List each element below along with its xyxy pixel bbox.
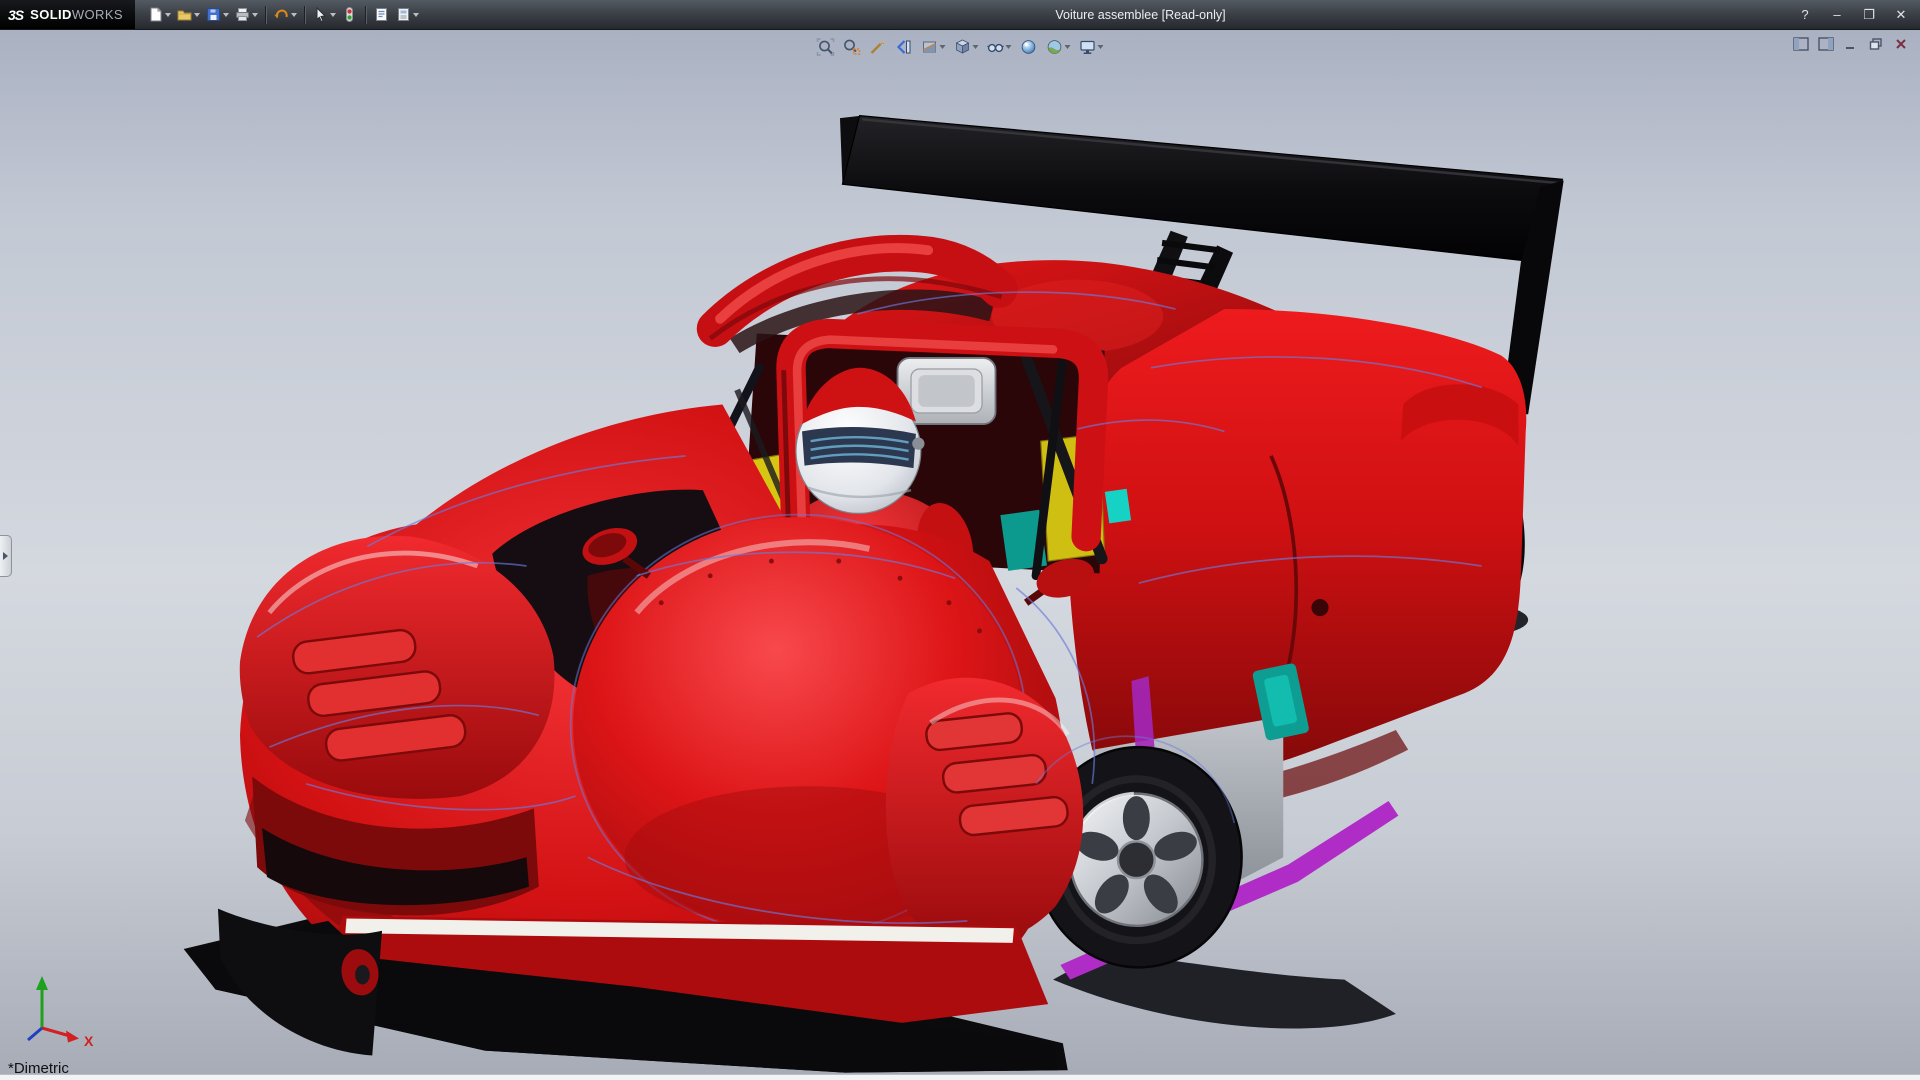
hide-show-items-icon <box>987 38 1005 56</box>
main-toolbar <box>145 3 421 27</box>
doc-restore-button[interactable] <box>1867 36 1885 51</box>
section-view-icon <box>921 38 939 56</box>
edit-appearance-icon <box>1020 38 1038 56</box>
options-button[interactable] <box>393 3 421 27</box>
toolbar-separator <box>265 6 266 24</box>
view-selector-button[interactable] <box>866 34 890 60</box>
flyout-arrow-icon <box>3 552 8 560</box>
edit-appearance-button[interactable] <box>1017 34 1041 60</box>
dropdown-caret[interactable] <box>194 13 200 17</box>
zoom-to-fit-button[interactable] <box>814 34 838 60</box>
feature-pane-icon <box>1793 37 1809 51</box>
dropdown-caret[interactable] <box>291 13 297 17</box>
x-axis-label: X <box>84 1033 94 1049</box>
brand-name: SOLIDWORKS <box>30 7 123 22</box>
doc-minimize-icon <box>1844 38 1858 50</box>
undo-arrow-icon <box>273 6 290 23</box>
save-button[interactable] <box>203 3 231 27</box>
dropdown-caret[interactable] <box>413 13 419 17</box>
doc-close-icon <box>1894 38 1908 50</box>
dropdown-caret[interactable] <box>973 45 979 49</box>
view-settings-button[interactable] <box>1076 34 1107 60</box>
race-car-model[interactable] <box>0 30 1920 1080</box>
graphics-viewport[interactable]: X *Dimetric <box>0 30 1920 1080</box>
rebuild-icon <box>341 6 358 23</box>
dropdown-caret[interactable] <box>165 13 171 17</box>
display-style-button[interactable] <box>951 34 982 60</box>
help-button[interactable]: ? <box>1790 4 1820 26</box>
hide-show-items-button[interactable] <box>984 34 1015 60</box>
section-view-button[interactable] <box>918 34 949 60</box>
print-button[interactable] <box>232 3 260 27</box>
doc-close-button[interactable] <box>1892 36 1910 51</box>
close-button[interactable]: ✕ <box>1886 4 1916 26</box>
zoom-to-area-icon <box>843 38 861 56</box>
dropdown-caret[interactable] <box>1006 45 1012 49</box>
previous-view-icon <box>895 38 913 56</box>
y-axis-arrow <box>36 976 48 990</box>
apply-scene-icon <box>1046 38 1064 56</box>
select-cursor-icon <box>312 6 329 23</box>
dropdown-caret[interactable] <box>330 13 336 17</box>
x-axis-arrow <box>66 1031 79 1043</box>
rebuild-button[interactable] <box>339 3 360 27</box>
feature-pane-button[interactable] <box>1792 36 1810 51</box>
task-pane-icon <box>1818 37 1834 51</box>
dropdown-caret[interactable] <box>252 13 258 17</box>
display-style-icon <box>954 38 972 56</box>
file-properties-button[interactable] <box>371 3 392 27</box>
undo-button[interactable] <box>271 3 299 27</box>
minimize-button[interactable]: – <box>1822 4 1852 26</box>
options-sheet-icon <box>395 6 412 23</box>
dropdown-caret[interactable] <box>1098 45 1104 49</box>
previous-view-button[interactable] <box>892 34 916 60</box>
open-folder-icon <box>176 6 193 23</box>
brand-mark-icon: 3S <box>8 7 23 23</box>
view-selector-icon <box>869 38 887 56</box>
task-pane-button[interactable] <box>1817 36 1835 51</box>
toolbar-separator <box>365 6 366 24</box>
select-button[interactable] <box>310 3 338 27</box>
reference-triad: X <box>12 968 107 1053</box>
status-bar-edge <box>0 1074 1920 1080</box>
zoom-to-area-button[interactable] <box>840 34 864 60</box>
featuremanager-flyout-tab[interactable] <box>0 535 12 577</box>
solidworks-logo: 3S SOLIDWORKS <box>0 0 135 29</box>
heads-up-toolbar <box>814 34 1107 60</box>
document-controls <box>1792 36 1910 51</box>
file-properties-icon <box>373 6 390 23</box>
window-title: Voiture assemblee [Read-only] <box>1055 0 1225 29</box>
maximize-button[interactable]: ❐ <box>1854 4 1884 26</box>
printer-icon <box>234 6 251 23</box>
new-document-icon <box>147 6 164 23</box>
new-document-button[interactable] <box>145 3 173 27</box>
apply-scene-button[interactable] <box>1043 34 1074 60</box>
z-axis-arrow <box>28 1028 42 1040</box>
dropdown-caret[interactable] <box>940 45 946 49</box>
save-floppy-icon <box>205 6 222 23</box>
dropdown-caret[interactable] <box>1065 45 1071 49</box>
window-controls: ? – ❐ ✕ <box>1790 0 1916 29</box>
title-bar: 3S SOLIDWORKS <box>0 0 1920 30</box>
toolbar-separator <box>304 6 305 24</box>
open-button[interactable] <box>174 3 202 27</box>
view-settings-icon <box>1079 38 1097 56</box>
doc-minimize-button[interactable] <box>1842 36 1860 51</box>
doc-restore-icon <box>1869 38 1883 50</box>
dropdown-caret[interactable] <box>223 13 229 17</box>
zoom-to-fit-icon <box>817 38 835 56</box>
